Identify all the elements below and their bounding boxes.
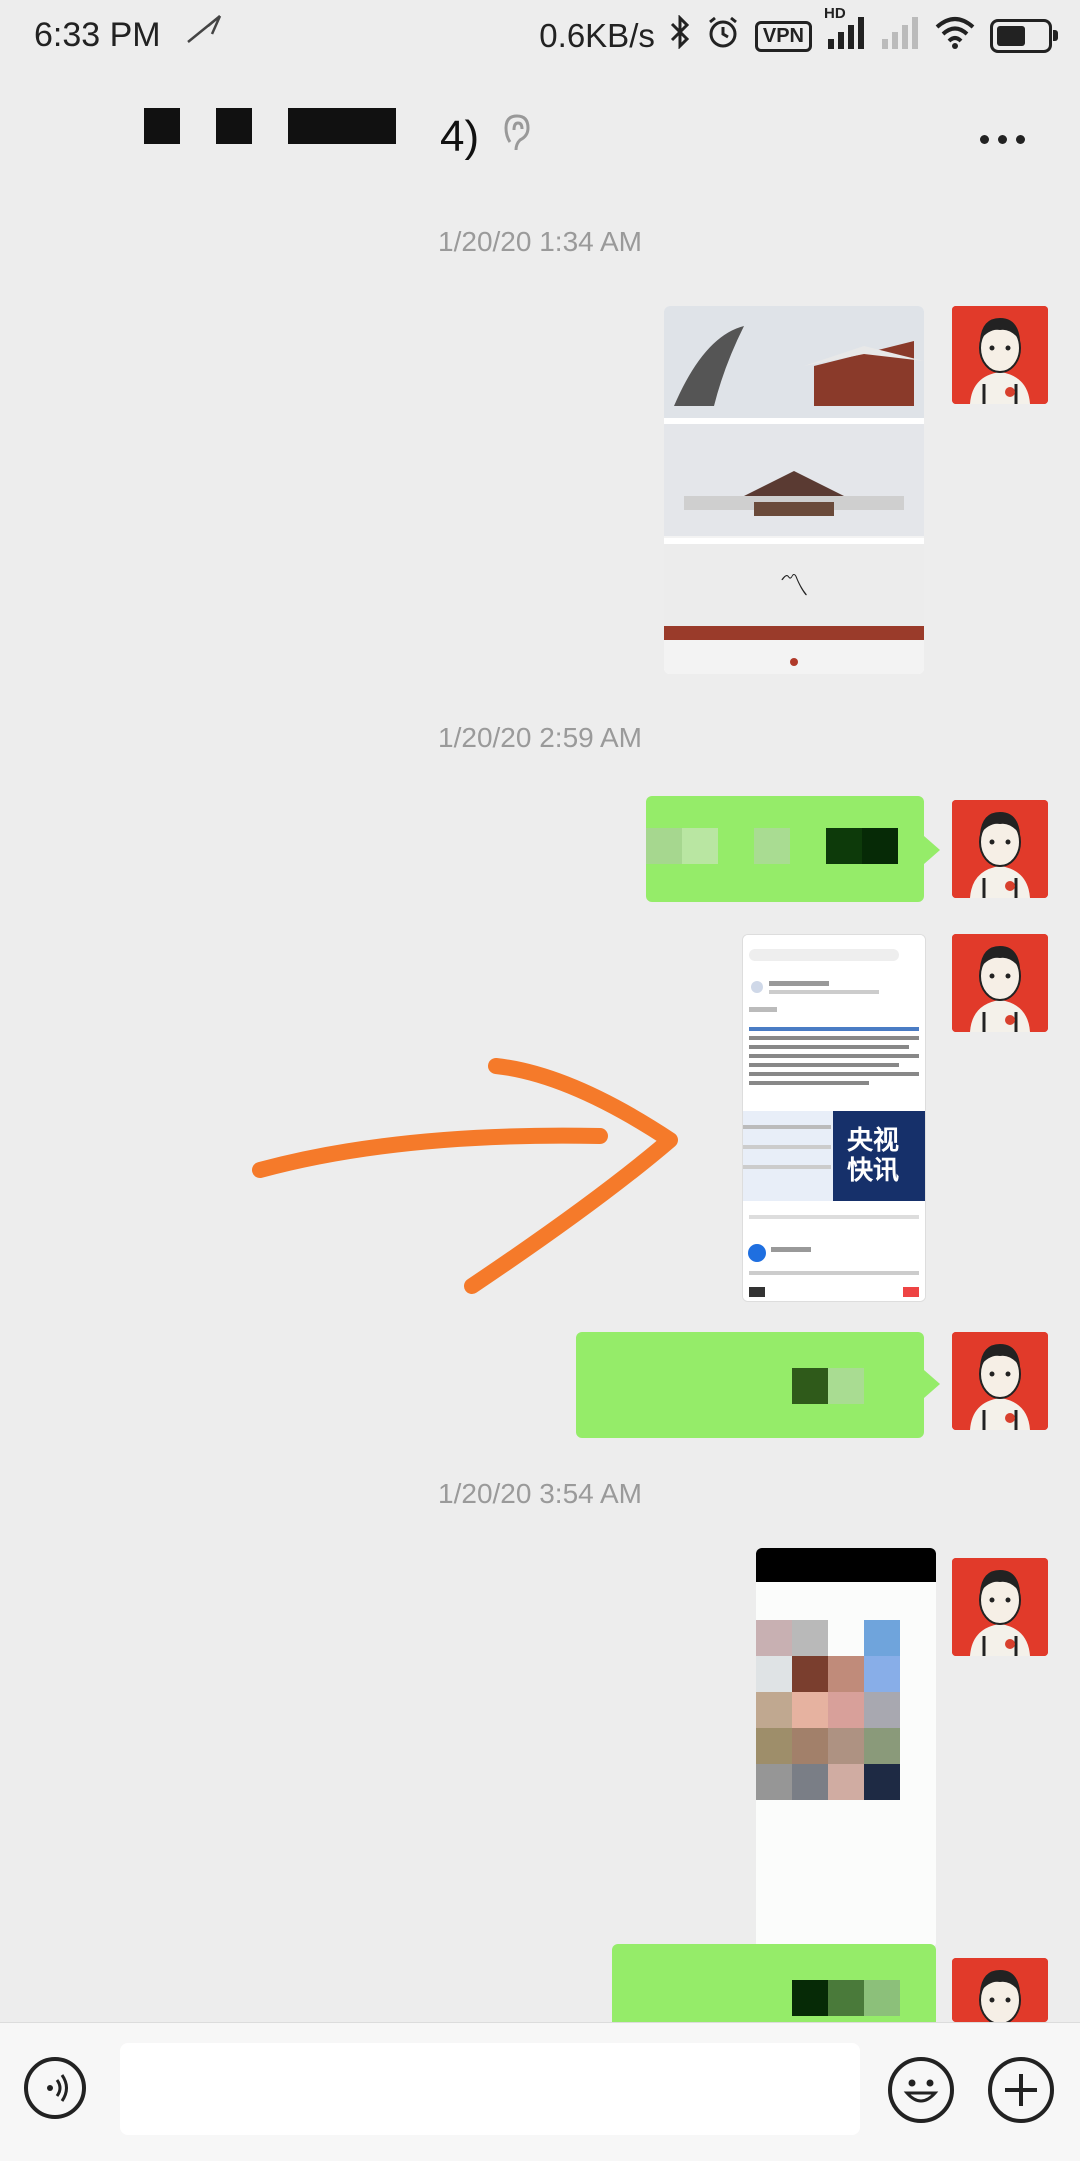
hd-label: HD [824,5,846,22]
pixelated-text [792,1368,828,1404]
svg-text:〽: 〽 [779,569,809,604]
pixelated-text [792,1980,828,2016]
avatar[interactable] [952,1958,1048,2022]
signal-weak-icon [880,15,920,57]
alarm-icon [705,14,741,58]
pixelated-image [756,1548,936,1948]
ear-icon [502,112,532,161]
image-message[interactable]: 〽 [664,306,924,674]
text-bubble[interactable] [646,796,924,902]
text-bubble[interactable] [612,1944,936,2022]
message-input[interactable] [120,2043,860,2135]
pixelated-text [826,828,862,864]
bluetooth-icon [669,14,691,57]
pixelated-text [864,1980,900,2016]
pixelated-text [682,828,718,864]
avatar[interactable] [952,800,1048,898]
pixelated-text [862,828,898,864]
chat-title[interactable]: 4) [440,112,479,162]
annotation-arrow [252,1058,678,1294]
message-timestamp: 1/20/20 3:54 AM [438,1478,642,1509]
redacted-name-block [144,108,180,144]
vpn-icon: VPN [754,20,812,52]
send-arrow-icon [186,14,222,52]
avatar[interactable] [952,1558,1048,1656]
more-dot [1016,134,1025,144]
redacted-name-block [288,108,396,144]
snow-palace-image: 〽 [664,306,924,674]
more-dot [980,134,989,144]
news-title-line1: 央视 [847,1126,899,1156]
message-timestamp: 1/20/20 2:59 AM [438,722,642,753]
bubble-tail [924,1370,940,1398]
more-dot [998,134,1007,144]
pixelated-text [646,828,682,864]
news-screenshot-thumbnail: 央视 快讯 [743,935,925,1301]
message-timestamp: 1/20/20 1:34 AM [438,226,642,257]
wifi-icon [934,15,976,57]
signal-icon: HD [824,5,866,57]
pixelated-image-message[interactable] [756,1548,936,1948]
status-time: 6:33 PM [34,16,161,54]
voice-icon[interactable] [24,2057,86,2119]
emoji-icon[interactable] [888,2057,954,2123]
more-button[interactable] [980,124,1040,154]
pixelated-text [754,828,790,864]
pixelated-text [828,1368,864,1404]
chat-header: 4) [0,72,1080,198]
battery-icon [990,19,1058,53]
redacted-name-block [216,108,252,144]
text-bubble[interactable] [576,1332,924,1438]
status-icons: 0.6KB/s VPN HD [539,5,1058,58]
pixelated-text [828,1980,864,2016]
avatar[interactable] [952,306,1048,404]
plus-icon[interactable] [988,2057,1054,2123]
input-bar [0,2022,1080,2161]
news-title-line2: 快讯 [847,1156,899,1186]
status-bar: 6:33 PM 0.6KB/s VPN HD [0,0,1080,72]
screenshot-message[interactable]: 央视 快讯 [742,934,926,1302]
bubble-tail [924,836,940,864]
network-speed: 0.6KB/s [539,17,655,54]
avatar[interactable] [952,1332,1048,1430]
avatar[interactable] [952,934,1048,1032]
